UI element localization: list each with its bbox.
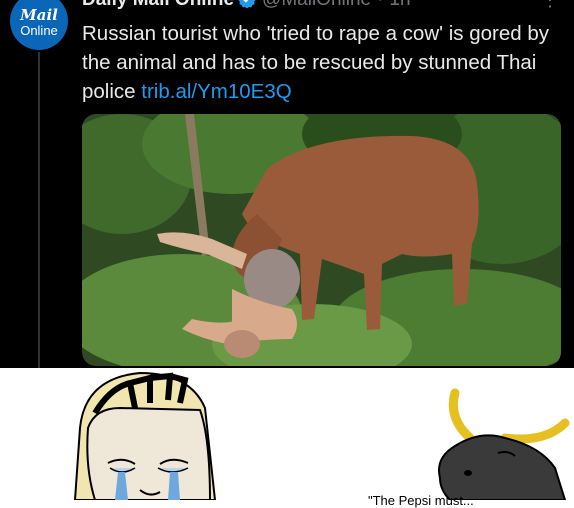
meme-panel: "The Pepsi must... [0,368,574,508]
thread-line [38,52,40,368]
handle[interactable]: @MailOnline [262,0,371,10]
timestamp[interactable]: 1h [389,0,410,10]
tweet-photo[interactable] [82,114,561,366]
tweet-card[interactable]: Mail Online Daily Mail Online @MailOnline… [0,0,574,368]
tweet-header: Daily Mail Online @MailOnline · 1h [82,0,411,13]
more-options-icon[interactable]: ⋮ [541,0,559,11]
dot-separator: · [377,0,383,10]
tweet-link[interactable]: trib.al/Ym10E3Q [141,80,291,103]
avatar-line-1: Mail [20,6,58,24]
tweet-text: Russian tourist who 'tried to rape a cow… [82,19,562,106]
avatar-line-2: Online [20,23,58,38]
photo-illustration [82,114,561,366]
meme-caption: "The Pepsi must... [368,493,474,508]
display-name[interactable]: Daily Mail Online [82,0,234,10]
verified-badge-icon [238,0,256,8]
avatar[interactable]: Mail Online [10,0,68,50]
meme-drawing [73,371,570,501]
